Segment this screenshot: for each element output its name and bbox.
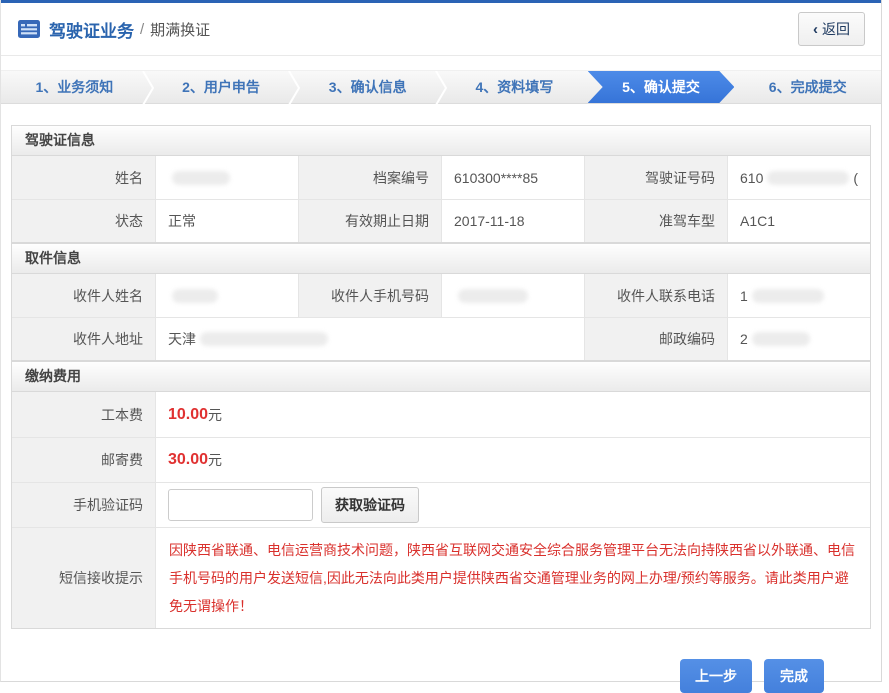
file-no-label: 档案编号 bbox=[298, 156, 441, 199]
recipient-name-value bbox=[155, 274, 298, 317]
status-value: 正常 bbox=[155, 199, 298, 242]
redacted-blob bbox=[172, 289, 218, 303]
fees-section: 缴纳费用 工本费 10.00 元 邮寄费 30.00 元 手机验证码 获取验证码… bbox=[11, 361, 871, 629]
post-fee-amount: 30.00 bbox=[168, 451, 208, 469]
step-separator-icon bbox=[288, 71, 300, 105]
recipient-name-label: 收件人姓名 bbox=[12, 274, 155, 317]
back-button-label: 返回 bbox=[822, 19, 850, 39]
work-fee-amount: 10.00 bbox=[168, 406, 208, 424]
work-fee-value: 10.00 元 bbox=[155, 392, 870, 437]
step-6-complete-submit[interactable]: 6、完成提交 bbox=[734, 71, 881, 103]
section-title: 驾驶证信息 bbox=[12, 126, 870, 156]
address-label: 收件人地址 bbox=[12, 317, 155, 360]
step-4-fill-data[interactable]: 4、资料填写 bbox=[441, 71, 588, 103]
redacted-blob bbox=[172, 171, 230, 185]
pickup-info-section: 取件信息 收件人姓名 收件人手机号码 收件人联系电话 1 收件人地址 天津 邮政… bbox=[11, 243, 871, 361]
zip-value: 2 bbox=[727, 317, 870, 360]
section-title: 缴纳费用 bbox=[12, 362, 870, 392]
redacted-blob bbox=[458, 289, 528, 303]
vehicle-class-label: 准驾车型 bbox=[584, 199, 727, 242]
breadcrumb-separator: / bbox=[140, 21, 144, 38]
file-no-value: 610300****85 bbox=[441, 156, 584, 199]
license-services-icon bbox=[17, 19, 41, 39]
chevron-left-icon: ‹ bbox=[813, 22, 818, 37]
zip-label: 邮政编码 bbox=[584, 317, 727, 360]
recipient-phone-value: 1 bbox=[727, 274, 870, 317]
section-title: 取件信息 bbox=[12, 244, 870, 274]
notice-label: 短信接收提示 bbox=[12, 527, 155, 628]
page-container: 驾驶证业务 / 期满换证 ‹ 返回 1、业务须知 2、用户申告 3、确认信息 bbox=[0, 0, 882, 682]
recipient-mobile-value bbox=[441, 274, 584, 317]
step-separator-icon bbox=[435, 71, 447, 105]
expiry-label: 有效期止日期 bbox=[298, 199, 441, 242]
redacted-blob bbox=[200, 332, 328, 346]
address-value: 天津 bbox=[155, 317, 584, 360]
step-separator-icon bbox=[142, 71, 154, 105]
step-5-confirm-submit[interactable]: 5、确认提交 bbox=[588, 71, 735, 103]
recipient-phone-label: 收件人联系电话 bbox=[584, 274, 727, 317]
license-no-value: 610 ( bbox=[727, 156, 870, 199]
post-fee-label: 邮寄费 bbox=[12, 437, 155, 482]
redacted-blob bbox=[752, 332, 810, 346]
expiry-value: 2017-11-18 bbox=[441, 199, 584, 242]
name-value bbox=[155, 156, 298, 199]
breadcrumb-current: 期满换证 bbox=[150, 19, 210, 40]
previous-step-button[interactable]: 上一步 bbox=[680, 659, 752, 693]
sms-code-input[interactable] bbox=[168, 489, 313, 521]
name-label: 姓名 bbox=[12, 156, 155, 199]
status-label: 状态 bbox=[12, 199, 155, 242]
back-button[interactable]: ‹ 返回 bbox=[798, 12, 865, 46]
footer-actions: 上一步 完成 bbox=[1, 659, 881, 693]
recipient-mobile-label: 收件人手机号码 bbox=[298, 274, 441, 317]
vehicle-class-value: A1C1 bbox=[727, 199, 870, 242]
redacted-blob bbox=[767, 171, 849, 185]
notice-text: 因陕西省联通、电信运营商技术问题，陕西省互联网交通安全综合服务管理平台无法向持陕… bbox=[155, 527, 870, 628]
license-no-label: 驾驶证号码 bbox=[584, 156, 727, 199]
get-code-button[interactable]: 获取验证码 bbox=[321, 487, 419, 523]
page-title: 驾驶证业务 bbox=[49, 17, 134, 42]
post-fee-value: 30.00 元 bbox=[155, 437, 870, 482]
finish-button[interactable]: 完成 bbox=[764, 659, 824, 693]
step-1-business-notice[interactable]: 1、业务须知 bbox=[1, 71, 148, 103]
sms-code-label: 手机验证码 bbox=[12, 482, 155, 527]
step-2-user-declaration[interactable]: 2、用户申告 bbox=[148, 71, 295, 103]
page-header: 驾驶证业务 / 期满换证 ‹ 返回 bbox=[1, 3, 881, 56]
work-fee-unit: 元 bbox=[208, 405, 222, 425]
step-navigation: 1、业务须知 2、用户申告 3、确认信息 4、资料填写 bbox=[1, 70, 881, 104]
license-info-section: 驾驶证信息 姓名 档案编号 610300****85 驾驶证号码 610 ( 状… bbox=[11, 125, 871, 243]
redacted-blob bbox=[752, 289, 824, 303]
step-3-confirm-info[interactable]: 3、确认信息 bbox=[294, 71, 441, 103]
sms-code-row: 获取验证码 bbox=[155, 482, 870, 527]
post-fee-unit: 元 bbox=[208, 450, 222, 470]
work-fee-label: 工本费 bbox=[12, 392, 155, 437]
